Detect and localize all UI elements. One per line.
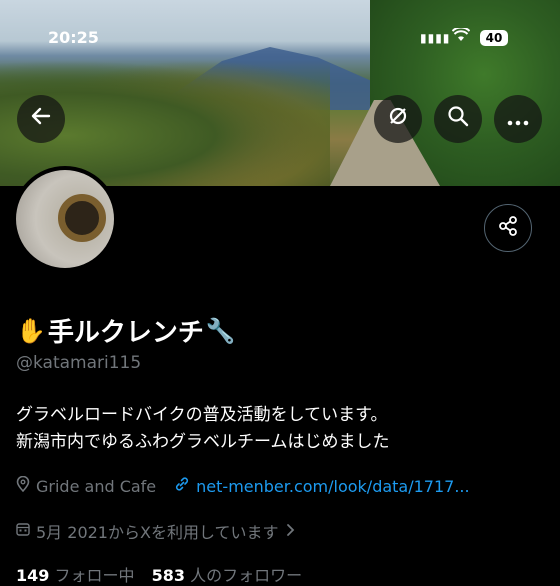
following-count: 149 — [16, 566, 50, 585]
refresh-icon — [387, 105, 409, 133]
profile-avatar[interactable] — [12, 166, 118, 272]
calendar-icon — [16, 522, 30, 540]
followers-link[interactable]: 583 人のフォロワー — [152, 566, 303, 585]
followers-label: 人のフォロワー — [190, 566, 303, 585]
profile-handle: @katamari115 — [16, 353, 142, 373]
profile-name: ✋ 手ルクレンチ 🔧 — [16, 312, 236, 349]
search-icon — [447, 105, 469, 133]
avatar-image — [16, 170, 114, 268]
signal-icon: ▮▮▮▮ — [420, 31, 451, 45]
profile-name-text: 手ルクレンチ — [47, 318, 204, 348]
profile-location: Gride and Cafe — [36, 476, 157, 496]
battery-icon: 40 — [480, 30, 508, 46]
profile-joined-date: 5月 2021からXを利用しています — [36, 523, 279, 542]
arrow-left-icon — [30, 105, 52, 133]
follow-stats: 149 フォロー中 583 人のフォロワー — [16, 562, 302, 586]
location-pin-icon — [16, 475, 30, 496]
more-icon — [507, 107, 529, 131]
raised-hand-emoji: ✋ — [16, 316, 46, 345]
followers-count: 583 — [151, 566, 186, 585]
link-icon — [174, 476, 190, 496]
profile-location-row: Gride and Cafe net-menber.com/look/data/… — [16, 475, 470, 496]
status-bar: 20:25 ▮▮▮▮ 40 — [0, 26, 560, 52]
avatar-bearing — [58, 194, 106, 242]
following-link[interactable]: 149 フォロー中 — [16, 566, 140, 585]
wifi-icon — [451, 26, 471, 46]
profile-website-link[interactable]: net-menber.com/look/data/1717... — [174, 476, 470, 496]
following-label: フォロー中 — [54, 566, 135, 585]
wrench-emoji: 🔧 — [205, 316, 236, 345]
share-button[interactable] — [484, 204, 532, 252]
share-icon — [497, 215, 519, 241]
bio-line: 新潟市内でゆるふわグラベルチームはじめました — [16, 432, 390, 452]
status-time: 20:25 — [48, 28, 99, 47]
refresh-button[interactable] — [374, 95, 422, 143]
more-button[interactable] — [494, 95, 542, 143]
chevron-right-icon — [286, 522, 296, 541]
bio-line: グラベルロードバイクの普及活動をしています。 — [16, 405, 388, 425]
back-button[interactable] — [17, 95, 65, 143]
search-button[interactable] — [434, 95, 482, 143]
profile-joined-row[interactable]: 5月 2021からXを利用しています — [16, 519, 296, 543]
profile-bio: グラベルロードバイクの普及活動をしています。 新潟市内でゆるふわグラベルチームは… — [16, 402, 390, 456]
website-text: net-menber.com/look/data/1717... — [196, 476, 470, 496]
